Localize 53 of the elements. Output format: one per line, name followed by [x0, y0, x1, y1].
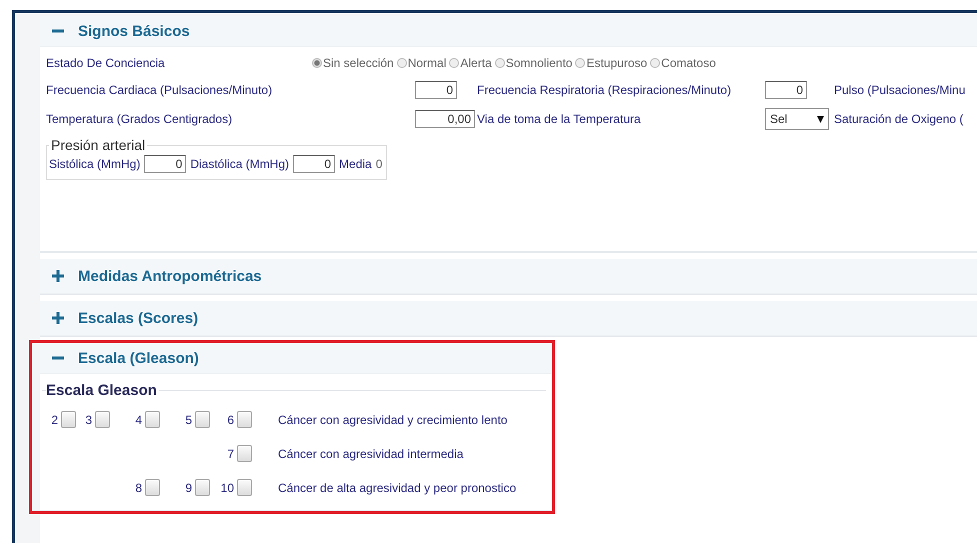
number-field[interactable]: 0 [415, 80, 457, 98]
number-field[interactable]: 0,00 [415, 110, 475, 128]
checkbox[interactable] [237, 479, 252, 496]
field-label: Estado De Conciencia [46, 56, 166, 70]
field-label: Diastólica (MmHg) [190, 157, 290, 171]
radio-option[interactable]: Estupuroso [575, 56, 648, 70]
field-label: Frecuencia Respiratoria (Respiraciones/Minuto) [477, 82, 732, 96]
section-header[interactable]: Signos Básicos [40, 16, 977, 47]
checkbox[interactable] [237, 445, 252, 462]
number-field[interactable]: 0 [765, 80, 807, 98]
group-title: Escala Gleason [46, 382, 158, 399]
field-label: Via de toma de la Temperatura [477, 112, 642, 126]
section-header[interactable]: Escala (Gleason) [40, 343, 552, 374]
score-description: Cáncer de alta agresividad y peor pronostico [277, 480, 518, 494]
expand-icon[interactable] [52, 312, 64, 324]
checkbox[interactable] [195, 479, 210, 496]
radio-option[interactable]: Comatoso [650, 56, 716, 70]
number-field[interactable]: 0 [144, 155, 186, 173]
score-label: 2 [50, 412, 58, 426]
score-description: Cáncer con agresividad y crecimiento lento [277, 412, 508, 426]
checkbox[interactable] [195, 411, 210, 428]
field-label: Media [339, 157, 372, 171]
expand-icon[interactable] [52, 270, 64, 282]
score-label: 9 [184, 480, 192, 494]
radio-option[interactable]: Normal [396, 56, 446, 70]
checkbox[interactable] [95, 411, 110, 428]
radio-option[interactable]: Somnoliento [494, 56, 572, 70]
score-label: 8 [134, 480, 142, 494]
score-label: 3 [84, 412, 92, 426]
radio-option[interactable]: Sin selección [312, 56, 394, 70]
checkbox[interactable] [61, 411, 76, 428]
field-label: Frecuencia Cardiaca (Pulsaciones/Minuto) [46, 82, 274, 96]
field-label: Saturación de Oxigeno ( [834, 112, 964, 126]
group-title: Presión arterial [50, 137, 146, 153]
caret-icon[interactable] [817, 114, 824, 122]
score-label: 6 [226, 412, 234, 426]
checkbox[interactable] [237, 411, 252, 428]
score-label: 10 [220, 480, 234, 494]
checkbox[interactable] [145, 479, 160, 496]
score-label: 7 [226, 446, 234, 460]
dropdown[interactable]: Sel [765, 108, 829, 130]
checkbox[interactable] [145, 411, 160, 428]
radio-option[interactable]: Alerta [449, 56, 492, 70]
mean-value: 0 [376, 157, 382, 171]
score-label: 4 [134, 412, 142, 426]
score-description: Cáncer con agresividad intermedia [277, 446, 464, 460]
number-field[interactable]: 0 [293, 155, 336, 173]
field-label: Temperatura (Grados Centigrados) [46, 112, 234, 126]
section-header[interactable]: Escalas (Scores) [40, 301, 977, 336]
field-label: Pulso (Pulsaciones/Minu [834, 82, 966, 96]
field-label: Sistólica (MmHg) [49, 157, 140, 171]
section-header[interactable]: Medidas Antropométricas [40, 259, 977, 294]
score-label: 5 [184, 412, 192, 426]
